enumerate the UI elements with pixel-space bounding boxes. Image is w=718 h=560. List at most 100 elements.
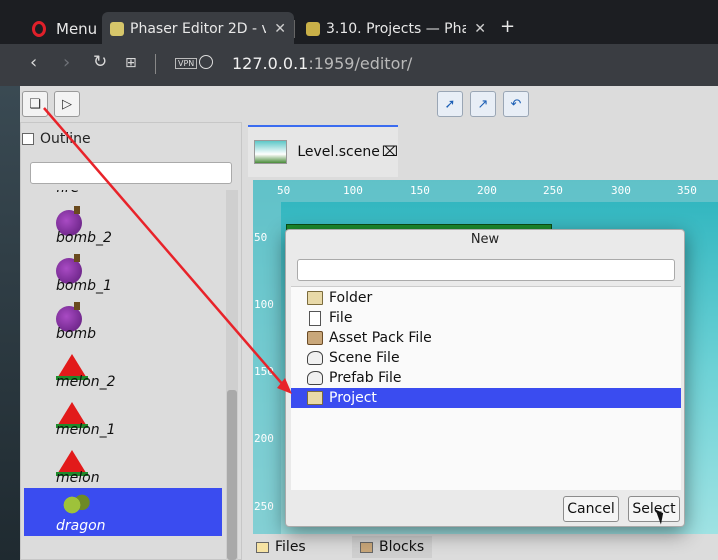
dialog-item-folder[interactable]: Folder [291, 288, 681, 308]
dialog-item-scene[interactable]: Scene File [291, 348, 681, 368]
vertical-ruler: 50 100 150 200 250 [253, 202, 281, 534]
horizontal-ruler: 50 100 150 200 250 300 350 [253, 180, 718, 202]
scene-editor-tab[interactable]: Level.scene ⌧ [248, 125, 398, 177]
file-icon [309, 310, 321, 326]
select-button[interactable]: Select [628, 496, 680, 522]
back-arrow-icon[interactable]: ‹ [30, 52, 37, 73]
list-item-label: bomb [56, 326, 96, 342]
address-separator [155, 54, 156, 74]
ruler-tick: 100 [254, 298, 274, 311]
url-path: :1959/editor/ [308, 54, 413, 73]
dialog-item-prefab[interactable]: Prefab File [291, 368, 681, 388]
folder-icon [307, 291, 323, 305]
outline-scrollbar[interactable] [226, 190, 238, 560]
list-item-label: fire [56, 190, 79, 196]
close-tab-icon[interactable]: ✕ [474, 21, 486, 37]
reload-icon[interactable]: ↻ [93, 52, 107, 72]
tab-blocks[interactable]: Blocks [352, 536, 433, 558]
outline-tree-icon [22, 133, 34, 145]
url-host: 127.0.0.1 [232, 54, 309, 73]
vpn-badge[interactable]: VPN [175, 58, 198, 69]
list-item[interactable]: bomb_2 [24, 200, 222, 248]
ruler-tick: 300 [611, 184, 631, 197]
globe-icon[interactable] [199, 55, 213, 69]
docs-favicon-icon [306, 22, 320, 36]
list-item[interactable]: melon_2 [24, 344, 222, 392]
blocks-icon [360, 541, 373, 553]
prefab-file-icon [307, 371, 323, 385]
folder-icon [256, 541, 269, 553]
dialog-item-asset-pack[interactable]: Asset Pack File [291, 328, 681, 348]
opera-logo-icon [32, 21, 46, 37]
dialog-item-file[interactable]: File [291, 308, 681, 328]
dialog-item-label: Project [329, 390, 377, 406]
dialog-item-project[interactable]: Project [291, 388, 681, 408]
dialog-item-label: Folder [329, 290, 373, 306]
play-icon[interactable]: ▷ [54, 91, 80, 117]
ruler-tick: 150 [410, 184, 430, 197]
ruler-tick: 200 [254, 432, 274, 445]
rotate-tool-icon[interactable]: ↶ [503, 91, 529, 117]
browser-menu-label: Menu [56, 20, 98, 38]
dialog-item-label: Prefab File [329, 370, 402, 386]
dialog-item-label: File [329, 310, 353, 326]
scene-file-icon [307, 351, 323, 365]
dragon-icon [56, 492, 96, 518]
folder-icon [307, 391, 323, 405]
dialog-title: New [470, 232, 500, 247]
browser-tab-phaser-editor[interactable]: Phaser Editor 2D - v3. ✕ [102, 12, 294, 46]
list-item-label: bomb_2 [56, 230, 112, 246]
scale-tool-icon[interactable]: ↗ [470, 91, 496, 117]
list-item-selected[interactable]: dragon [24, 488, 222, 536]
ruler-tick: 150 [254, 365, 274, 378]
browser-tab-projects[interactable]: 3.10. Projects — Phas ✕ [298, 12, 494, 46]
list-item[interactable]: bomb [24, 296, 222, 344]
speed-dial-grid-icon[interactable]: ⊞ [125, 55, 137, 71]
tab-blocks-label: Blocks [379, 539, 425, 555]
close-icon[interactable]: ⌧ [382, 144, 398, 160]
dialog-item-list: Folder File Asset Pack File Scene File P… [291, 286, 681, 490]
desktop-background [0, 86, 20, 560]
url-field[interactable]: 127.0.0.1:1959/editor/ [232, 54, 412, 73]
ruler-tick: 250 [543, 184, 563, 197]
ruler-tick: 200 [477, 184, 497, 197]
list-item[interactable]: bomb_1 [24, 248, 222, 296]
outline-list: fire bomb_2 bomb_1 bomb melon_2 melon_1 … [24, 190, 222, 560]
scene-tab-label: Level.scene [297, 144, 380, 160]
forward-arrow-icon[interactable]: › [63, 52, 70, 73]
ruler-tick: 50 [277, 184, 291, 197]
browser-menu-button[interactable]: Menu [20, 12, 100, 46]
browser-tab-label: 3.10. Projects — Phas [326, 21, 467, 37]
outline-filter-input[interactable] [30, 162, 232, 184]
new-file-icon[interactable]: ❏ [22, 91, 48, 117]
list-item-label: melon_1 [56, 422, 116, 438]
plus-icon[interactable]: + [500, 16, 515, 37]
ruler-tick: 50 [254, 231, 268, 244]
browser-tab-label: Phaser Editor 2D - v3. [130, 21, 267, 37]
asset-pack-icon [307, 331, 323, 345]
outline-title: Outline [40, 131, 91, 147]
ruler-tick: 350 [677, 184, 697, 197]
list-item-label: melon_2 [56, 374, 116, 390]
scrollbar-thumb[interactable] [227, 390, 237, 560]
list-item[interactable]: melon [24, 440, 222, 488]
ruler-tick: 100 [343, 184, 363, 197]
list-item[interactable]: melon_1 [24, 392, 222, 440]
scene-thumbnail [254, 140, 288, 164]
close-tab-icon[interactable]: ✕ [274, 21, 286, 37]
tab-separator [294, 20, 295, 38]
translate-tool-icon[interactable]: ➚ [437, 91, 463, 117]
list-item-label: bomb_1 [56, 278, 112, 294]
dialog-item-label: Scene File [329, 350, 400, 366]
phaser-favicon-icon [110, 22, 124, 36]
tab-files[interactable]: Files [248, 536, 314, 558]
list-item[interactable]: fire [24, 190, 222, 198]
bottom-tab-bar [246, 534, 718, 560]
outline-tab[interactable]: Outline [22, 126, 91, 152]
ruler-tick: 250 [254, 500, 274, 513]
cancel-button[interactable]: Cancel [563, 496, 619, 522]
list-item-label: dragon [56, 518, 106, 534]
tab-files-label: Files [275, 539, 306, 555]
dialog-filter-input[interactable] [297, 259, 675, 281]
dialog-item-label: Asset Pack File [329, 330, 432, 346]
